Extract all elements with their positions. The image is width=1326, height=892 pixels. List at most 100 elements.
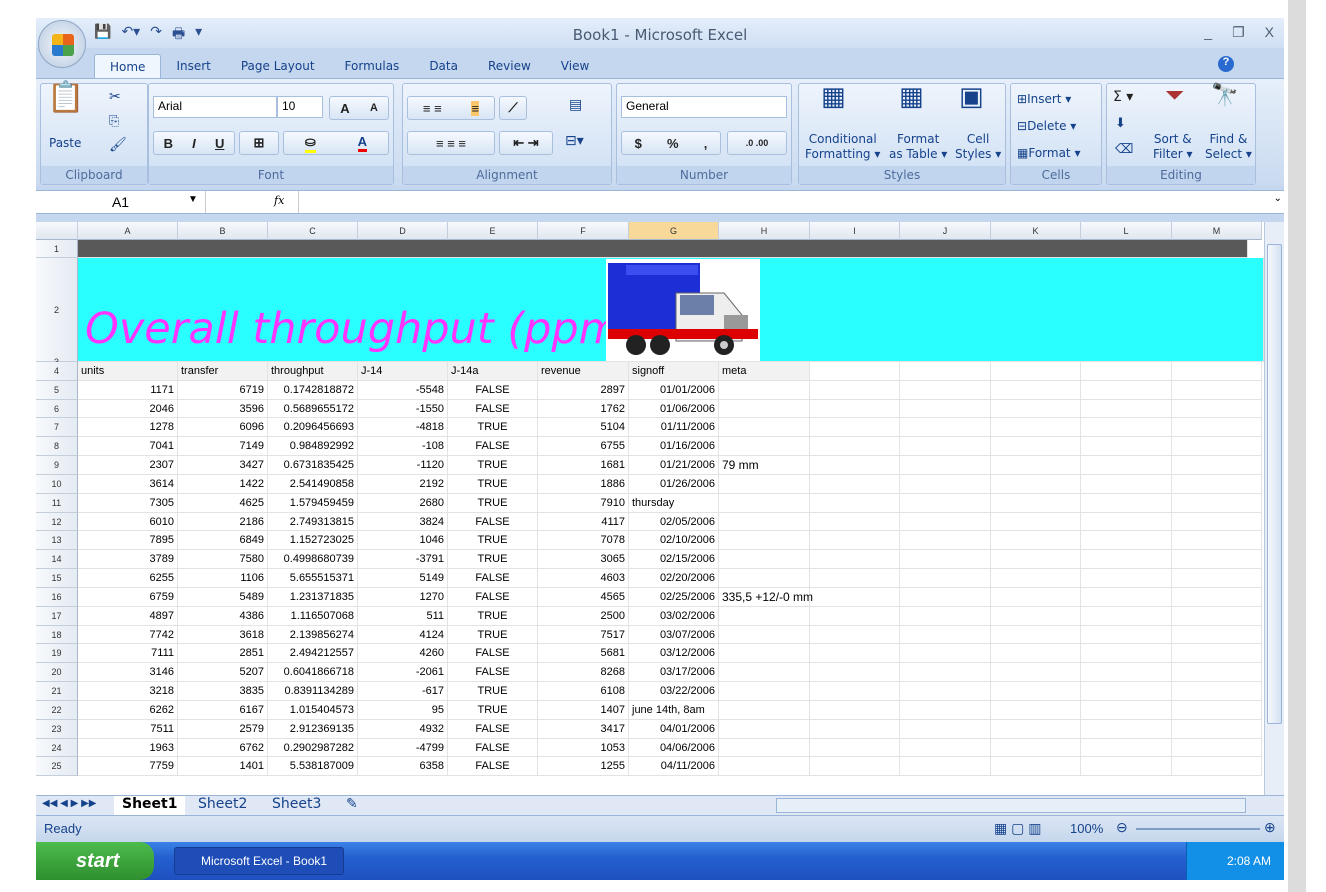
data-cell[interactable]: 3065 bbox=[538, 550, 629, 570]
data-cell[interactable]: 6358 bbox=[358, 757, 448, 777]
empty-cell[interactable] bbox=[1081, 719, 1172, 739]
empty-cell[interactable] bbox=[991, 587, 1081, 607]
wrap-text-icon[interactable]: ▤ bbox=[569, 98, 582, 113]
empty-cell[interactable] bbox=[900, 380, 991, 400]
clear-icon[interactable]: ⌫ bbox=[1115, 142, 1133, 157]
data-cell[interactable]: 01/01/2006 bbox=[629, 380, 719, 400]
data-cell[interactable]: 4932 bbox=[358, 719, 448, 739]
empty-cell[interactable] bbox=[900, 700, 991, 720]
column-label-cell[interactable]: revenue bbox=[538, 362, 629, 381]
empty-cell[interactable] bbox=[991, 362, 1081, 381]
row-header-6[interactable]: 6 bbox=[36, 399, 78, 419]
empty-cell[interactable] bbox=[810, 738, 900, 758]
empty-cell[interactable] bbox=[991, 456, 1081, 475]
empty-cell[interactable] bbox=[810, 474, 900, 494]
data-cell[interactable]: 02/25/2006 bbox=[629, 587, 719, 607]
empty-cell[interactable] bbox=[991, 719, 1081, 739]
empty-cell[interactable] bbox=[900, 569, 991, 588]
formula-input[interactable] bbox=[298, 191, 1258, 213]
decimal-buttons[interactable]: .0 .00 bbox=[727, 131, 787, 155]
empty-cell[interactable] bbox=[1081, 456, 1172, 475]
taskbar-excel-item[interactable]: Microsoft Excel - Book1 bbox=[174, 847, 344, 875]
autosum-button[interactable]: Σ ▾ bbox=[1113, 90, 1133, 105]
data-cell[interactable]: 0.5689655172 bbox=[268, 399, 358, 419]
data-cell[interactable]: -1120 bbox=[358, 456, 448, 475]
data-cell[interactable]: 3146 bbox=[78, 663, 178, 683]
empty-cell[interactable] bbox=[900, 512, 991, 532]
data-cell[interactable]: 03/02/2006 bbox=[629, 606, 719, 626]
column-header-E[interactable]: E bbox=[448, 222, 538, 240]
data-cell[interactable]: TRUE bbox=[448, 700, 538, 720]
data-cell[interactable]: FALSE bbox=[448, 738, 538, 758]
data-cell[interactable]: 1681 bbox=[538, 456, 629, 475]
data-cell[interactable]: 0.6041866718 bbox=[268, 663, 358, 683]
empty-cell[interactable] bbox=[1172, 700, 1262, 720]
data-cell[interactable]: 4603 bbox=[538, 569, 629, 588]
data-cell[interactable]: 3427 bbox=[178, 456, 268, 475]
sort-filter-button[interactable]: Sort & Filter ▾ bbox=[1153, 132, 1193, 162]
data-cell[interactable]: 1401 bbox=[178, 757, 268, 777]
data-cell[interactable] bbox=[719, 380, 810, 400]
empty-cell[interactable] bbox=[900, 550, 991, 570]
empty-cell[interactable] bbox=[900, 663, 991, 683]
data-cell[interactable]: 2.494212557 bbox=[268, 644, 358, 664]
row-header-5[interactable]: 5 bbox=[36, 380, 78, 400]
data-cell[interactable]: 79 mm bbox=[719, 456, 810, 475]
data-cell[interactable]: 1422 bbox=[178, 474, 268, 494]
restore-button[interactable]: ❐ bbox=[1232, 24, 1245, 41]
data-cell[interactable] bbox=[719, 399, 810, 419]
empty-cell[interactable] bbox=[1172, 512, 1262, 532]
italic-button[interactable]: I bbox=[192, 136, 196, 151]
font-size-select[interactable]: 10 bbox=[277, 96, 323, 118]
office-button[interactable] bbox=[38, 20, 86, 68]
font-grow-shrink[interactable]: AA bbox=[329, 96, 389, 120]
tab-data[interactable]: Data bbox=[414, 54, 473, 78]
empty-cell[interactable] bbox=[1081, 625, 1172, 645]
data-cell[interactable]: TRUE bbox=[448, 493, 538, 513]
empty-cell[interactable] bbox=[810, 531, 900, 551]
data-cell[interactable]: 6759 bbox=[78, 587, 178, 607]
column-header-C[interactable]: C bbox=[268, 222, 358, 240]
data-cell[interactable]: 1106 bbox=[178, 569, 268, 588]
data-cell[interactable]: 2500 bbox=[538, 606, 629, 626]
data-cell[interactable]: 1255 bbox=[538, 757, 629, 777]
data-cell[interactable]: FALSE bbox=[448, 437, 538, 457]
data-cell[interactable]: 5681 bbox=[538, 644, 629, 664]
empty-cell[interactable] bbox=[900, 738, 991, 758]
redo-icon[interactable]: ↷ bbox=[150, 23, 162, 47]
data-cell[interactable]: 6255 bbox=[78, 569, 178, 588]
data-cell[interactable]: 0.984892992 bbox=[268, 437, 358, 457]
undo-icon[interactable]: ↶▾ bbox=[121, 23, 140, 47]
column-header-G[interactable]: G bbox=[629, 222, 719, 240]
empty-cell[interactable] bbox=[1081, 550, 1172, 570]
data-cell[interactable]: 01/26/2006 bbox=[629, 474, 719, 494]
empty-cell[interactable] bbox=[1172, 550, 1262, 570]
tab-view[interactable]: View bbox=[546, 54, 604, 78]
empty-cell[interactable] bbox=[810, 606, 900, 626]
row-header-10[interactable]: 10 bbox=[36, 474, 78, 494]
data-cell[interactable]: 3835 bbox=[178, 682, 268, 701]
data-cell[interactable] bbox=[719, 550, 810, 570]
empty-cell[interactable] bbox=[1081, 606, 1172, 626]
data-cell[interactable] bbox=[719, 531, 810, 551]
data-cell[interactable]: 1.152723025 bbox=[268, 531, 358, 551]
data-cell[interactable]: 02/05/2006 bbox=[629, 512, 719, 532]
row-header-15[interactable]: 15 bbox=[36, 569, 78, 588]
data-cell[interactable] bbox=[719, 418, 810, 438]
row-header-16[interactable]: 16 bbox=[36, 587, 78, 607]
data-cell[interactable]: 5.655515371 bbox=[268, 569, 358, 588]
data-cell[interactable]: 0.2096456693 bbox=[268, 418, 358, 438]
data-cell[interactable]: 0.4998680739 bbox=[268, 550, 358, 570]
data-cell[interactable]: 03/07/2006 bbox=[629, 625, 719, 645]
data-cell[interactable]: 4117 bbox=[538, 512, 629, 532]
data-cell[interactable]: 0.6731835425 bbox=[268, 456, 358, 475]
empty-cell[interactable] bbox=[991, 663, 1081, 683]
data-cell[interactable]: 4897 bbox=[78, 606, 178, 626]
column-header-A[interactable]: A bbox=[78, 222, 178, 240]
column-header-H[interactable]: H bbox=[719, 222, 810, 240]
data-cell[interactable]: FALSE bbox=[448, 663, 538, 683]
data-cell[interactable]: 04/11/2006 bbox=[629, 757, 719, 777]
data-cell[interactable]: 2307 bbox=[78, 456, 178, 475]
empty-cell[interactable] bbox=[991, 757, 1081, 777]
data-cell[interactable]: 3218 bbox=[78, 682, 178, 701]
